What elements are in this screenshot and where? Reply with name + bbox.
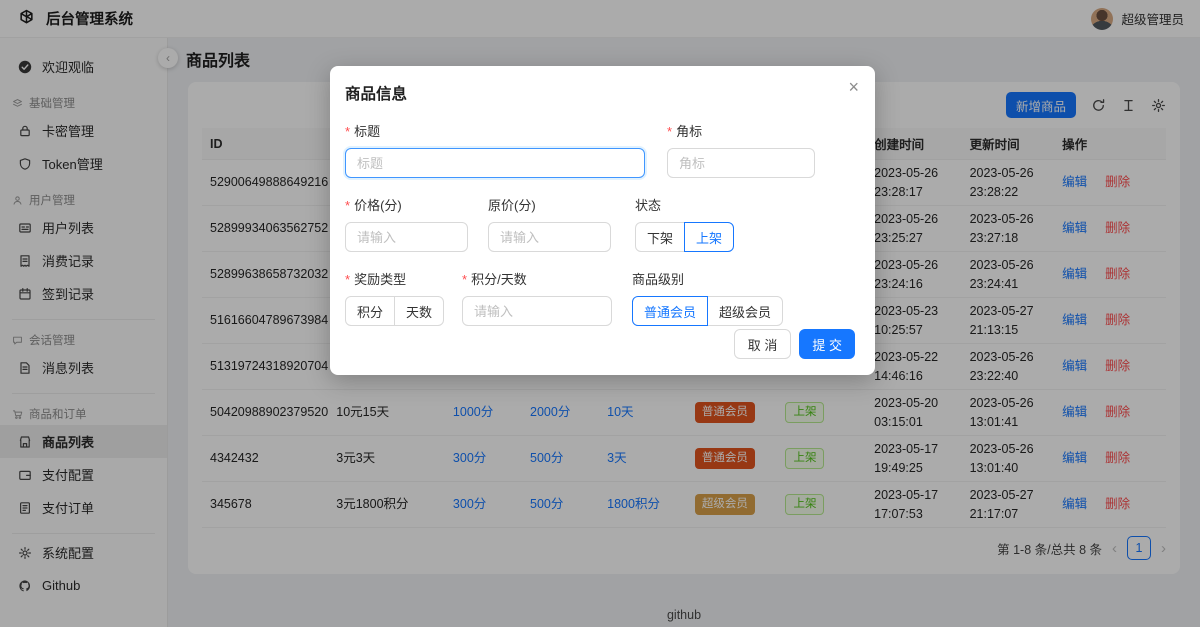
- close-icon[interactable]: ×: [848, 78, 859, 96]
- level-field-label: 商品级别: [632, 269, 783, 288]
- title-input[interactable]: [345, 148, 645, 178]
- reward-type-option-points[interactable]: 积分: [345, 296, 395, 326]
- status-option-on[interactable]: 上架: [684, 222, 734, 252]
- reward-type-field-label: 奖励类型: [345, 269, 444, 288]
- modal-title: 商品信息: [345, 82, 855, 104]
- status-radio-group: 下架 上架: [635, 222, 734, 252]
- title-field-label: 标题: [345, 121, 645, 140]
- badge-field-label: 角标: [667, 121, 815, 140]
- level-option-normal[interactable]: 普通会员: [632, 296, 708, 326]
- points-field-label: 积分/天数: [462, 269, 612, 288]
- badge-input[interactable]: [667, 148, 815, 178]
- price-input[interactable]: [345, 222, 468, 252]
- points-input[interactable]: [462, 296, 612, 326]
- status-option-off[interactable]: 下架: [635, 222, 685, 252]
- product-info-modal: 商品信息 × 标题 角标 价格(分) 原价(分) 状态 下架 上架: [330, 66, 875, 375]
- original-price-input[interactable]: [488, 222, 611, 252]
- level-radio-group: 普通会员 超级会员: [632, 296, 783, 326]
- original-price-field-label: 原价(分): [488, 195, 611, 214]
- reward-type-radio-group: 积分 天数: [345, 296, 444, 326]
- price-field-label: 价格(分): [345, 195, 468, 214]
- level-option-super[interactable]: 超级会员: [707, 296, 783, 326]
- status-field-label: 状态: [635, 195, 734, 214]
- submit-button[interactable]: 提 交: [799, 329, 855, 359]
- reward-type-option-days[interactable]: 天数: [394, 296, 444, 326]
- cancel-button[interactable]: 取 消: [734, 329, 792, 359]
- modal-footer: 取 消 提 交: [345, 329, 855, 359]
